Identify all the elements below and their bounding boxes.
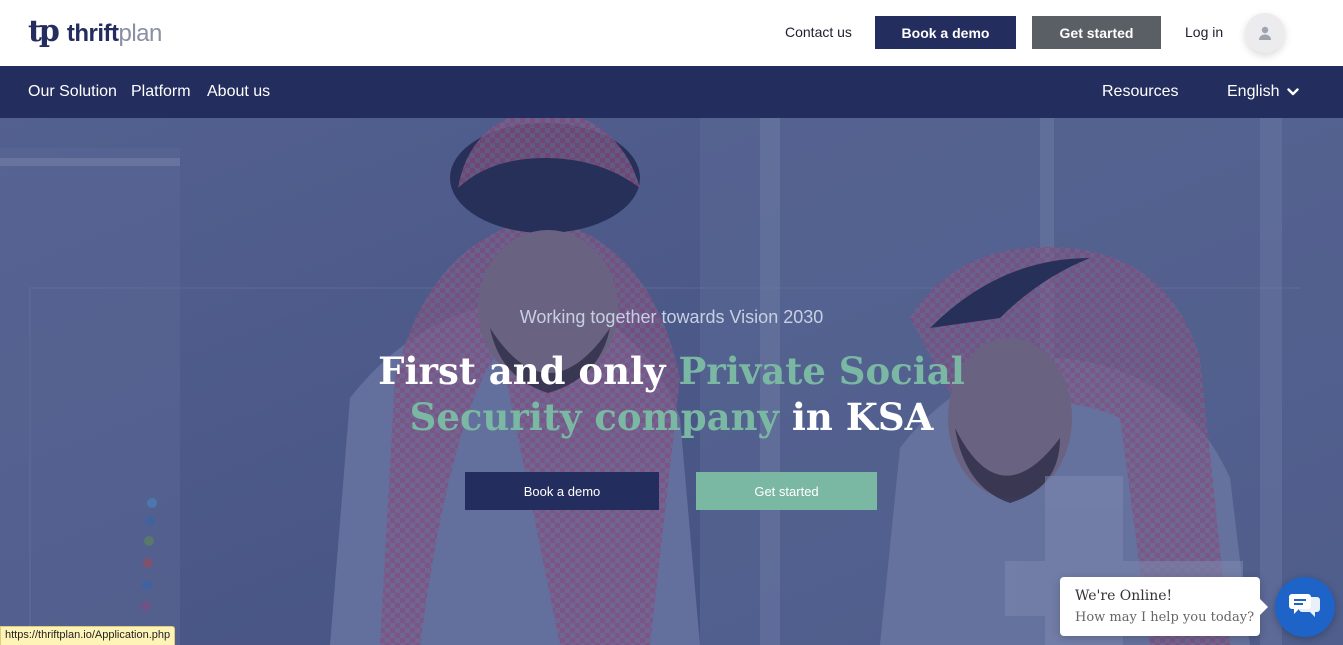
nav-item-about-us[interactable]: About us (207, 83, 270, 101)
nav-item-platform[interactable]: Platform (131, 83, 191, 101)
hero-section: Working together towards Vision 2030 Fir… (0, 118, 1343, 645)
headline-highlight-1: Private Social (678, 349, 965, 393)
hero-get-started-button[interactable]: Get started (696, 472, 877, 510)
chat-subtitle: How may I help you today? (1075, 610, 1255, 625)
hero-book-demo-button[interactable]: Book a demo (465, 472, 659, 510)
headline-highlight-2: Security company (409, 395, 779, 439)
chat-icon (1289, 594, 1320, 617)
headline-part-1: First and only (378, 349, 679, 393)
thriftplan-logo[interactable]: tp thriftplan (28, 16, 162, 48)
logo-mark: tp (28, 14, 60, 49)
account-avatar[interactable] (1245, 13, 1285, 53)
contact-us-link[interactable]: Contact us (785, 24, 852, 40)
logo-wordmark: thriftplan (66, 20, 163, 48)
language-select[interactable]: English (1227, 83, 1300, 101)
top-header: tp thriftplan Contact us Book a demo Get… (0, 0, 1343, 66)
main-nav: Our Solution Platform About us Resources… (0, 66, 1343, 118)
logo-word-light: plan (118, 20, 163, 47)
get-started-button[interactable]: Get started (1032, 16, 1161, 49)
headline-part-2: in KSA (779, 395, 934, 439)
chat-greeting-bubble[interactable]: We're Online! How may I help you today? (1060, 577, 1268, 636)
chat-title: We're Online! (1075, 588, 1173, 604)
book-demo-button[interactable]: Book a demo (875, 16, 1016, 49)
user-icon (1259, 26, 1271, 40)
chevron-down-icon (1287, 88, 1300, 96)
logo-word-bold: thrift (66, 20, 119, 47)
language-label: English (1227, 83, 1280, 100)
hero-headline: First and only Private Social Security c… (0, 348, 1343, 440)
status-bar-url: https://thriftplan.io/Application.php (0, 626, 176, 645)
chat-launcher-button[interactable] (1275, 577, 1335, 637)
nav-item-our-solution[interactable]: Our Solution (28, 83, 117, 101)
nav-item-resources[interactable]: Resources (1102, 83, 1178, 101)
login-link[interactable]: Log in (1185, 24, 1223, 40)
hero-tagline: Working together towards Vision 2030 (519, 307, 824, 327)
